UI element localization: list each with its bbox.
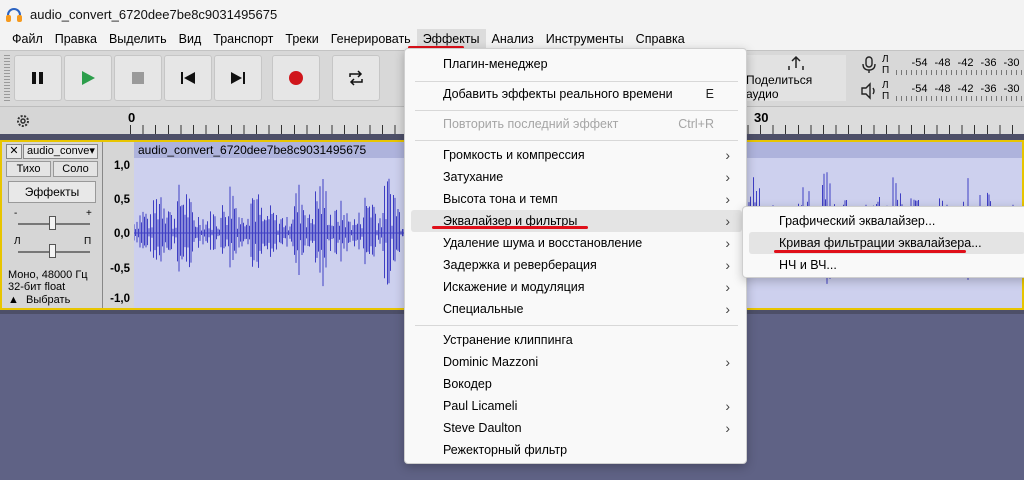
pan-right-label: П — [84, 236, 92, 247]
chevron-right-icon: › — [725, 398, 730, 414]
meter-scale: -54 -48 -42 -36 -30 — [911, 57, 1020, 69]
audacity-logo-icon — [6, 7, 22, 23]
record-button[interactable] — [272, 55, 320, 101]
amplitude-scale[interactable]: 1,0 0,5 0,0 -0,5 -1,0 — [102, 142, 134, 308]
playback-meter[interactable]: Л П -54 -48 -42 -36 -30 — [852, 79, 1024, 103]
menu-analyze[interactable]: Анализ — [486, 29, 540, 50]
menu-generate[interactable]: Генерировать — [325, 29, 417, 50]
track-effects-button[interactable]: Эффекты — [8, 181, 96, 203]
ruler-label-0: 0 — [128, 110, 136, 125]
menu-item-dominic-mazzoni[interactable]: Dominic Mazzoni › — [411, 351, 742, 373]
menu-item-pitch-tempo[interactable]: Высота тона и темп › — [411, 188, 742, 210]
track-info: Моно, 48000 Гц 32-бит float — [8, 269, 88, 293]
chevron-right-icon: › — [725, 301, 730, 317]
meter-scale: -54 -48 -42 -36 -30 — [911, 83, 1020, 95]
effects-menu: Плагин-менеджер Добавить эффекты реально… — [404, 48, 747, 464]
submenu-item-graphic-eq[interactable]: Графический эквалайзер... — [749, 210, 1024, 232]
menu-item-add-realtime-effects[interactable]: Добавить эффекты реального времени E — [411, 83, 742, 105]
menu-item-repeat-last-effect: Повторить последний эффект Ctrl+R — [443, 117, 714, 131]
meter-right-label: П — [882, 91, 890, 102]
menu-item-clip-fix[interactable]: Устранение клиппинга — [411, 329, 742, 351]
chevron-right-icon: › — [725, 213, 730, 229]
ruler-label-30: 30 — [754, 110, 769, 125]
menu-edit[interactable]: Правка — [49, 29, 103, 50]
title-bar: audio_convert_6720dee7be8c9031495675 — [0, 0, 1024, 29]
chevron-right-icon: › — [725, 169, 730, 185]
skip-start-icon — [181, 72, 195, 84]
chevron-right-icon: › — [725, 420, 730, 436]
menu-tracks[interactable]: Треки — [279, 29, 324, 50]
record-meter[interactable]: Л П -54 -48 -42 -36 -30 — [852, 53, 1024, 77]
menu-view[interactable]: Вид — [173, 29, 208, 50]
pan-slider-knob[interactable] — [49, 244, 56, 258]
track-close-button[interactable]: ✕ — [6, 144, 22, 159]
menu-item-volume-compression[interactable]: Громкость и компрессия › — [411, 144, 742, 166]
track-select-button[interactable]: ▲ Выбрать — [8, 293, 96, 309]
annotation-underline-eq-filters — [432, 226, 588, 229]
toolbar-grip[interactable] — [4, 55, 10, 101]
menu-tools[interactable]: Инструменты — [540, 29, 630, 50]
window-title: audio_convert_6720dee7be8c9031495675 — [30, 7, 278, 22]
mute-button[interactable]: Тихо — [6, 161, 51, 177]
chevron-right-icon: › — [725, 279, 730, 295]
track-name-menu[interactable]: audio_conve▾ — [23, 144, 98, 159]
skip-to-start-button[interactable] — [164, 55, 212, 101]
skip-to-end-button[interactable] — [214, 55, 262, 101]
skip-end-icon — [231, 72, 245, 84]
menu-item-paul-licameli[interactable]: Paul Licameli › — [411, 395, 742, 417]
gain-plus-label: + — [86, 208, 92, 219]
stop-icon — [132, 72, 144, 84]
annotation-underline-filter-curve — [774, 250, 966, 253]
record-icon — [289, 71, 303, 85]
timeline-options-button[interactable] — [12, 111, 34, 131]
chevron-right-icon: › — [725, 191, 730, 207]
menu-item-notch-filter[interactable]: Режекторный фильтр — [411, 439, 742, 461]
menu-transport[interactable]: Транспорт — [207, 29, 279, 50]
menu-bar: Файл Правка Выделить Вид Транспорт Треки… — [0, 29, 1024, 50]
collapse-icon[interactable]: ▲ — [8, 293, 26, 307]
share-audio-label: Поделиться аудио — [746, 73, 813, 101]
play-icon — [82, 71, 95, 85]
share-audio-button[interactable]: Поделиться аудио — [746, 55, 846, 101]
menu-item-special[interactable]: Специальные › — [411, 298, 742, 320]
menu-item-fade[interactable]: Затухание › — [411, 166, 742, 188]
solo-button[interactable]: Соло — [53, 161, 98, 177]
menu-item-noise-removal[interactable]: Удаление шума и восстановление › — [411, 232, 742, 254]
gain-slider-knob[interactable] — [49, 216, 56, 230]
menu-help[interactable]: Справка — [630, 29, 691, 50]
eq-filters-submenu: Графический эквалайзер... Кривая фильтра… — [742, 206, 1024, 278]
menu-file[interactable]: Файл — [6, 29, 49, 50]
gear-icon — [17, 115, 29, 127]
menu-item-plugin-manager[interactable]: Плагин-менеджер — [411, 53, 742, 75]
meter-left-label: Л — [882, 54, 889, 65]
pause-button[interactable] — [14, 55, 62, 101]
submenu-item-bass-treble[interactable]: НЧ и ВЧ... — [749, 254, 1024, 276]
chevron-right-icon: › — [725, 257, 730, 273]
level-meters: Л П -54 -48 -42 -36 -30 Л П -54 -48 -42 -36 -30 — [852, 51, 1024, 107]
menu-item-steve-daulton[interactable]: Steve Daulton › — [411, 417, 742, 439]
menu-item-vocoder[interactable]: Вокодер — [411, 373, 742, 395]
track-control-panel: ✕ audio_conve▾ Тихо Соло Эффекты - + Л П… — [4, 142, 100, 308]
play-button[interactable] — [64, 55, 112, 101]
stop-button[interactable] — [114, 55, 162, 101]
loop-icon — [349, 70, 363, 86]
menu-item-delay-reverb[interactable]: Задержка и реверберация › — [411, 254, 742, 276]
chevron-right-icon: › — [725, 147, 730, 163]
chevron-right-icon: › — [725, 235, 730, 251]
gain-minus-label: - — [14, 208, 18, 219]
share-icon — [788, 55, 804, 70]
chevron-right-icon: › — [725, 354, 730, 370]
meter-left-label: Л — [882, 80, 889, 91]
pan-left-label: Л — [14, 236, 21, 247]
speaker-icon — [861, 82, 875, 100]
pause-icon — [32, 72, 43, 84]
loop-button[interactable] — [332, 55, 380, 101]
meter-right-label: П — [882, 65, 890, 76]
menu-select[interactable]: Выделить — [103, 29, 173, 50]
microphone-icon — [862, 56, 876, 73]
menu-item-distortion-modulation[interactable]: Искажение и модуляция › — [411, 276, 742, 298]
